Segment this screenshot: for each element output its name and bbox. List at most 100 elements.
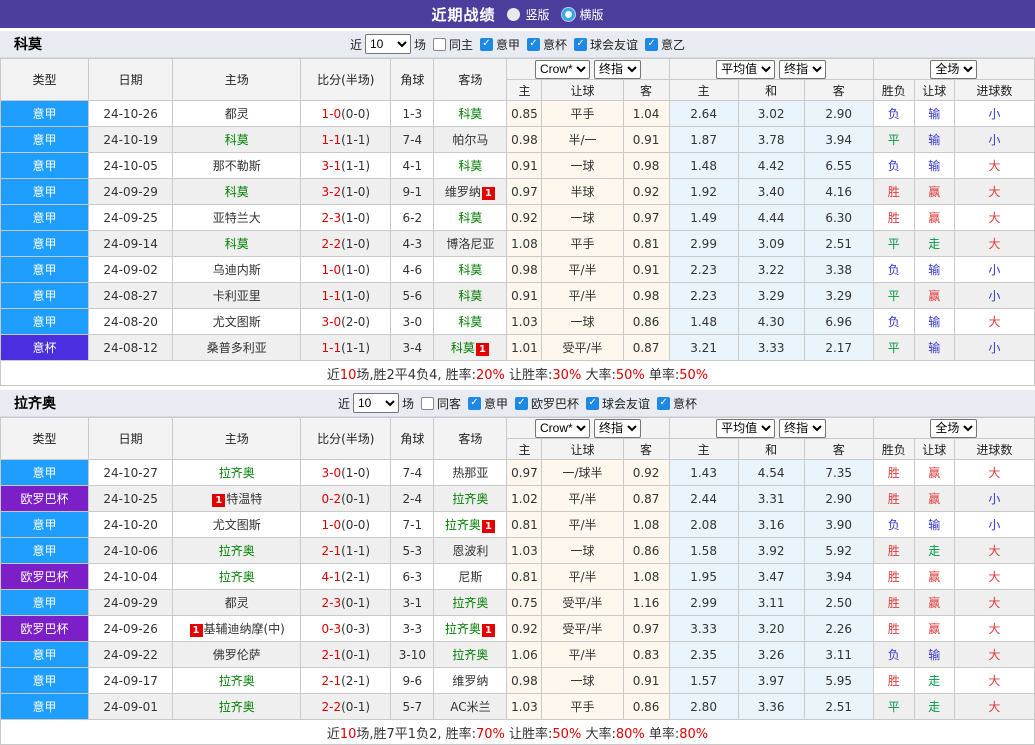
league-filter-label: 球会友谊 (602, 396, 651, 411)
layout-radio-vertical[interactable]: 竖版 (507, 6, 550, 23)
handicap-home-odds: 0.97 (506, 459, 543, 486)
average-stage-select[interactable]: 终指 (779, 59, 827, 79)
result-text: 负 (887, 315, 900, 329)
result-text: 赢 (928, 622, 941, 636)
results-table: 类型 日期 主场 比分(半场) 角球 客场 Crow* 终指 平均值 终指 全场主让球客主和客胜负让… (0, 417, 1035, 745)
avg-away-odds: 2.17 (803, 334, 874, 361)
result-text: 赢 (928, 211, 941, 225)
result-text: 胜 (887, 211, 900, 225)
corners-cell: 3-4 (390, 334, 435, 361)
handicap-home-odds: 1.01 (506, 334, 543, 361)
result-text: 赢 (928, 466, 941, 480)
result-handicap: 走 (913, 667, 955, 694)
halftime-score: (1-0) (341, 184, 371, 199)
summary-segment: 近 (326, 367, 340, 383)
away-team-cell: 维罗纳 1 (433, 178, 508, 205)
result-text: 负 (887, 648, 900, 662)
away-team-name: 帕尔马 (452, 133, 489, 147)
summary-segment: 80% (679, 726, 709, 742)
column-header: 让球 (541, 438, 624, 460)
radio-icon[interactable] (561, 7, 575, 21)
league-checkbox[interactable]: ✓ (467, 396, 481, 410)
bookmaker-stage-select[interactable]: 终指 (594, 418, 641, 438)
home-team-cell: 亚特兰大 (172, 204, 302, 231)
result-outcome: 胜 (872, 615, 915, 642)
column-header: 客 (803, 438, 874, 460)
fulltime-score: 2-2 (321, 699, 342, 714)
fulltime-score: 1-1 (321, 340, 342, 355)
bookmaker-stage-select[interactable]: 终指 (594, 59, 641, 79)
recent-count-select[interactable]: 10 (352, 393, 399, 413)
avg-away-odds: 3.38 (803, 256, 874, 283)
away-team-name: 拉齐奥 (452, 596, 489, 610)
column-header: 客 (622, 438, 670, 460)
away-team-name: 维罗纳 (452, 674, 489, 688)
result-handicap: 输 (913, 100, 955, 127)
layout-radio-horizontal[interactable]: 横版 (561, 6, 604, 23)
result-outcome: 平 (872, 230, 915, 257)
header-select-group: 平均值 终指 (668, 417, 874, 439)
scope-select[interactable]: 全场 (930, 418, 978, 438)
avg-away-odds: 2.50 (803, 589, 874, 616)
same-venue-checkbox[interactable] (432, 37, 446, 51)
league-filter-label: 意杯 (673, 396, 698, 411)
league-checkbox[interactable]: ✓ (586, 396, 600, 410)
score-cell: 1-1(1-0) (300, 282, 392, 309)
team-section: 科莫近 10 场同主 ✓ 意甲 ✓ 意杯 ✓ 球会友谊 ✓ 意乙 类型 日期 主场 比分(半场) 角球 客场 Cr… (0, 31, 1035, 386)
recent-count-select[interactable]: 10 (364, 34, 411, 54)
summary-segment: 10 (339, 726, 357, 742)
halftime-score: (1-0) (341, 288, 371, 303)
page-title: 近期战绩 (431, 5, 496, 24)
league-filter-label: 欧罗巴杯 (531, 396, 580, 411)
team-section: 拉齐奥近 10 场同客 ✓ 意甲 ✓ 欧罗巴杯 ✓ 球会友谊 ✓ 意杯 类型 日期 主场 比分(半场) 角球客… (0, 390, 1035, 745)
red-card-badge: 1 (481, 187, 495, 200)
result-handicap: 赢 (913, 589, 955, 616)
bookmaker-select[interactable]: Crow* (535, 418, 590, 438)
average-stage-select[interactable]: 终指 (779, 418, 827, 438)
league-checkbox[interactable]: ✓ (657, 396, 671, 410)
result-text: 输 (928, 648, 941, 662)
result-handicap: 走 (913, 693, 955, 720)
avg-draw-odds: 4.42 (737, 152, 805, 179)
result-outcome: 胜 (872, 178, 915, 205)
league-checkbox[interactable]: ✓ (515, 396, 528, 410)
league-cell: 意甲 (0, 667, 90, 694)
scope-select[interactable]: 全场 (930, 59, 978, 79)
radio-label[interactable]: 竖版 (525, 6, 549, 23)
league-checkbox[interactable]: ✓ (574, 37, 588, 51)
avg-draw-odds: 3.36 (737, 693, 805, 720)
summary-segment: 50% (552, 726, 582, 742)
result-text: 平 (887, 700, 900, 714)
corners-cell: 6-2 (390, 204, 435, 231)
summary-segment: 20% (475, 367, 505, 383)
league-cell: 欧罗巴杯 (0, 615, 90, 642)
average-select[interactable]: 平均值 (716, 59, 776, 79)
league-checkbox[interactable]: ✓ (479, 37, 493, 51)
handicap-away-odds: 1.08 (622, 563, 670, 590)
fulltime-score: 3-1 (321, 158, 342, 173)
league-checkbox[interactable]: ✓ (645, 37, 659, 51)
result-handicap: 走 (913, 230, 955, 257)
league-checkbox[interactable]: ✓ (527, 37, 540, 51)
date-cell: 24-10-27 (88, 459, 174, 486)
result-outcome: 平 (872, 693, 915, 720)
average-select[interactable]: 平均值 (716, 418, 776, 438)
away-team-name: 拉齐奥 (452, 492, 489, 506)
home-team-name: 拉齐奥 (218, 674, 255, 688)
result-text: 大 (988, 700, 1001, 714)
radio-label[interactable]: 横版 (580, 6, 604, 23)
home-team-name: 都灵 (224, 596, 249, 610)
home-team-cell: 尤文图斯 (172, 511, 302, 538)
league-filter-label: 意杯 (543, 37, 568, 52)
result-text: 大 (988, 211, 1001, 225)
result-text: 胜 (887, 596, 900, 610)
same-venue-checkbox[interactable] (420, 396, 434, 410)
league-cell: 意甲 (0, 178, 90, 205)
corners-cell: 2-4 (390, 485, 435, 512)
column-header: 主场 (172, 58, 302, 101)
bookmaker-select[interactable]: Crow* (535, 59, 590, 79)
handicap-home-odds: 1.03 (506, 693, 543, 720)
corners-cell: 3-0 (390, 308, 435, 335)
result-text: 大 (988, 622, 1001, 636)
radio-icon[interactable] (507, 7, 521, 21)
